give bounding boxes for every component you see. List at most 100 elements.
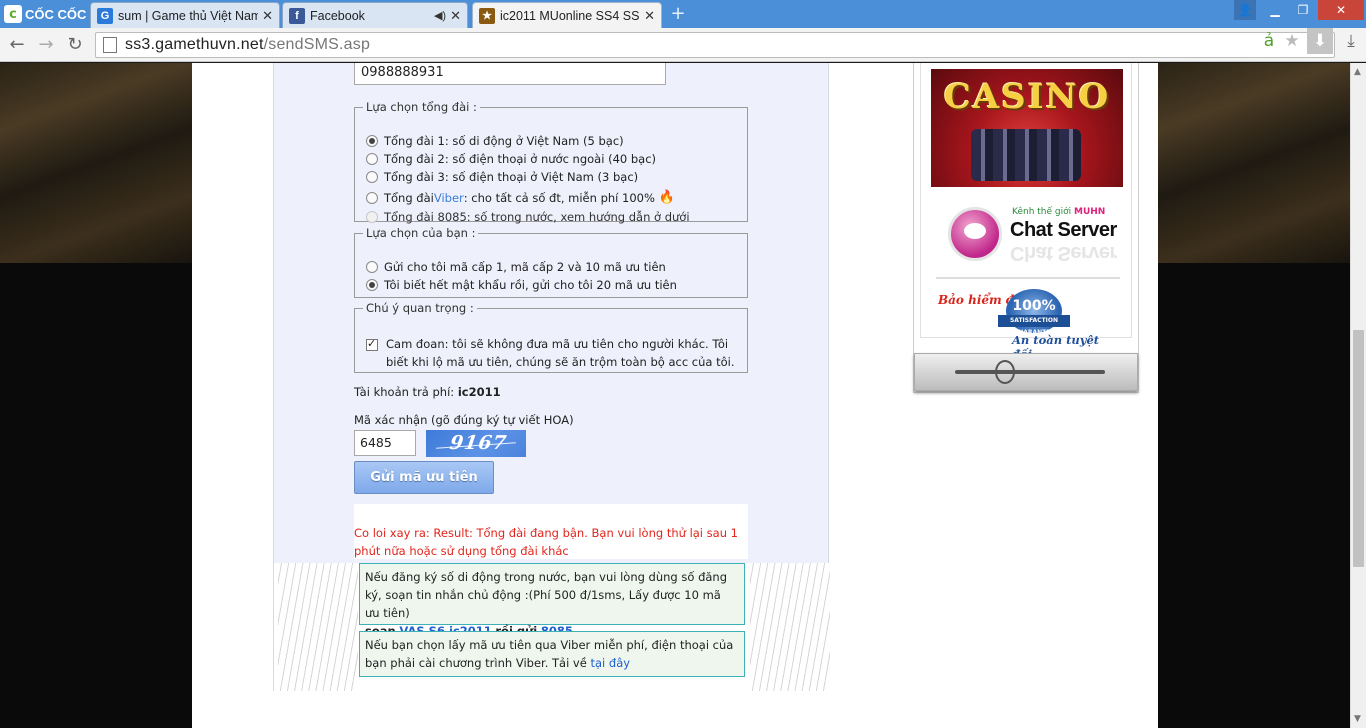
sword-divider: [914, 353, 1138, 391]
casino-banner[interactable]: CASINO: [931, 69, 1123, 187]
radio-button[interactable]: [366, 279, 378, 291]
chat-server-banner[interactable]: Kênh thế giới MUHN Chat Server Chat Serv…: [936, 195, 1120, 279]
bookmark-star-icon[interactable]: ★: [1281, 32, 1303, 50]
captcha-image: 9167: [426, 430, 526, 457]
tab-gamethuvn[interactable]: G sum | Game thủ Việt Nam - ✕: [90, 2, 280, 28]
url-input[interactable]: ss3.gamethuvn.net/sendSMS.asp: [95, 32, 1335, 58]
radio-button[interactable]: [366, 261, 378, 273]
reload-icon[interactable]: ↻: [64, 34, 86, 56]
close-tab-icon[interactable]: ✕: [644, 8, 655, 24]
captcha-image-text: 9167: [448, 432, 509, 454]
option-label-pre: Tổng đài: [384, 190, 434, 205]
send-priority-code-button[interactable]: Gửi mã ưu tiên: [354, 461, 494, 494]
notice-fieldset: Chú ý quan trọng : Cam đoan: tôi sẽ khôn…: [354, 301, 748, 373]
vertical-scrollbar[interactable]: ▲ ▼: [1350, 63, 1366, 728]
minimize-button[interactable]: ▁: [1262, 0, 1288, 20]
error-message: Co loi xay ra: Result: Tổng đài đang bận…: [354, 504, 748, 559]
viber-link[interactable]: Viber: [434, 191, 464, 205]
flame-icon: 🔥: [658, 190, 676, 205]
radio-button[interactable]: [366, 135, 378, 147]
switchboard-option-8085: Tổng đài 8085: số trong nước, xem hướng …: [366, 210, 690, 224]
downloads-icon[interactable]: ⤓: [1340, 32, 1362, 50]
background-art-right: [1158, 63, 1350, 263]
choice-option-1[interactable]: Gửi cho tôi mã cấp 1, mã cấp 2 và 10 mã …: [366, 260, 666, 274]
option-label-post: : cho tất cả số đt, miễn phí 100%: [463, 190, 655, 205]
scrollbar-thumb[interactable]: [1353, 330, 1364, 567]
pledge-checkbox-row[interactable]: [366, 337, 384, 351]
tab-title: Facebook: [310, 8, 365, 23]
switchboard-option-viber[interactable]: Tổng đài Viber: cho tất cả số đt, miễn p…: [366, 190, 675, 205]
brand-name: CỐC CỐC: [25, 6, 87, 22]
guarantee-seal-icon: 100% SATISFACTION GUARANTEE: [998, 289, 1070, 336]
radio-button-disabled: [366, 211, 378, 223]
info-section: Nếu đăng ký số di động trong nước, bạn v…: [274, 563, 830, 691]
restore-button[interactable]: ❐: [1290, 0, 1316, 20]
radio-button[interactable]: [366, 171, 378, 183]
sms-form-panel: 0988888931 Lựa chọn tổng đài : Tổng đài …: [273, 63, 830, 691]
phone-number-input[interactable]: 0988888931: [354, 63, 666, 85]
viber-download-link[interactable]: tại đây: [590, 656, 630, 670]
pledge-text: Cam đoan: tôi sẽ không đưa mã ưu tiên ch…: [386, 337, 735, 369]
chat-subtitle: Kênh thế giới MUHN: [1012, 207, 1105, 217]
address-bar: ← → ↻ ss3.gamethuvn.net/sendSMS.asp ả ★ …: [0, 28, 1366, 62]
warrior-illustration-right: [750, 563, 830, 691]
chat-muhn: MUHN: [1074, 207, 1106, 217]
radio-button[interactable]: [366, 191, 378, 204]
tab-facebook[interactable]: f Facebook ◀) ✕: [282, 2, 468, 28]
scroll-down-icon[interactable]: ▼: [1354, 714, 1361, 724]
user-icon[interactable]: 👤: [1234, 0, 1256, 20]
switchboard-option-3[interactable]: Tổng đài 3: số điện thoại ở Việt Nam (3 …: [366, 170, 638, 184]
chat-title: Chat Server: [1010, 219, 1117, 241]
option-label: Tôi biết hết mật khẩu rồi, gửi cho tôi 2…: [384, 278, 677, 292]
forward-arrow-icon[interactable]: →: [35, 34, 57, 56]
choice-fieldset: Lựa chọn của bạn : Gửi cho tôi mã cấp 1,…: [354, 226, 748, 298]
seal-ribbon: SATISFACTION GUARANTEE: [998, 315, 1070, 336]
option-label: Tổng đài 8085: số trong nước, xem hướng …: [384, 210, 690, 224]
choice-legend: Lựa chọn của bạn :: [366, 226, 476, 240]
close-window-button[interactable]: ✕: [1318, 0, 1364, 20]
speaker-icon[interactable]: ◀): [434, 9, 446, 22]
url-text: ss3.gamethuvn.net/sendSMS.asp: [125, 36, 370, 54]
browser-tab-bar: c CỐC CỐC G sum | Game thủ Việt Nam - ✕ …: [0, 0, 1366, 28]
switchboard-option-2[interactable]: Tổng đài 2: số điện thoại ở nước ngoài (…: [366, 152, 656, 166]
url-host: ss3.gamethuvn.net: [125, 36, 264, 53]
chat-kenh: Kênh thế giới: [1012, 207, 1072, 217]
viber-info-text: Nếu bạn chọn lấy mã ưu tiên qua Viber mi…: [365, 638, 734, 670]
pledge-checkbox[interactable]: [366, 337, 378, 351]
sms-info-text: Nếu đăng ký số di động trong nước, bạn v…: [365, 570, 728, 620]
sms-info-box: Nếu đăng ký số di động trong nước, bạn v…: [359, 563, 745, 638]
casino-title: CASINO: [943, 77, 1111, 117]
radio-button[interactable]: [366, 153, 378, 165]
background-art-left: [0, 63, 192, 263]
option-label: Tổng đài 1: số di động ở Việt Nam (5 bạc…: [384, 134, 624, 148]
choice-option-2[interactable]: Tôi biết hết mật khẩu rồi, gửi cho tôi 2…: [366, 278, 677, 292]
option-label: Tổng đài 2: số điện thoại ở nước ngoài (…: [384, 152, 657, 166]
coccoc-typing-icon[interactable]: ả: [1258, 32, 1280, 50]
switchboard-option-1[interactable]: Tổng đài 1: số di động ở Việt Nam (5 bạc…: [366, 134, 624, 148]
url-path: /sendSMS.asp: [263, 36, 371, 53]
captcha-label: Mã xác nhận (gõ đúng ký tự viết HOA): [354, 413, 574, 427]
coccoc-logo-icon: c: [4, 5, 22, 23]
chat-bubble-icon: [948, 207, 1002, 261]
insurance-banner[interactable]: Bảo hiểm độ 100% SATISFACTION GUARANTEE A…: [934, 287, 1120, 361]
account-name: ic2011: [457, 385, 501, 399]
captcha-input[interactable]: 6485: [354, 430, 416, 456]
close-tab-icon[interactable]: ✕: [262, 8, 273, 24]
switchboard-legend: Lựa chọn tổng đài :: [366, 100, 477, 114]
download-video-icon[interactable]: ⬇: [1307, 28, 1333, 54]
warrior-illustration-left: [278, 563, 358, 691]
page-icon: [103, 37, 117, 53]
viber-info-box: Nếu bạn chọn lấy mã ưu tiên qua Viber mi…: [359, 631, 745, 677]
account-label: Tài khoản trả phí:: [354, 385, 455, 399]
tab-title: sum | Game thủ Việt Nam -: [118, 8, 259, 23]
close-tab-icon[interactable]: ✕: [450, 8, 461, 24]
new-tab-button[interactable]: +: [669, 5, 687, 23]
tab-ic2011[interactable]: ★ ic2011 MUonline SS4 SS6 SS ✕: [472, 2, 662, 28]
paying-account: Tài khoản trả phí: ic2011: [354, 385, 501, 399]
page-viewport: 0988888931 Lựa chọn tổng đài : Tổng đài …: [0, 63, 1350, 728]
back-arrow-icon[interactable]: ←: [6, 34, 28, 56]
scroll-up-icon[interactable]: ▲: [1354, 67, 1361, 77]
mu-favicon-icon: ★: [479, 7, 495, 24]
g-favicon-icon: G: [97, 7, 113, 24]
coccoc-brand[interactable]: c CỐC CỐC: [4, 4, 86, 24]
